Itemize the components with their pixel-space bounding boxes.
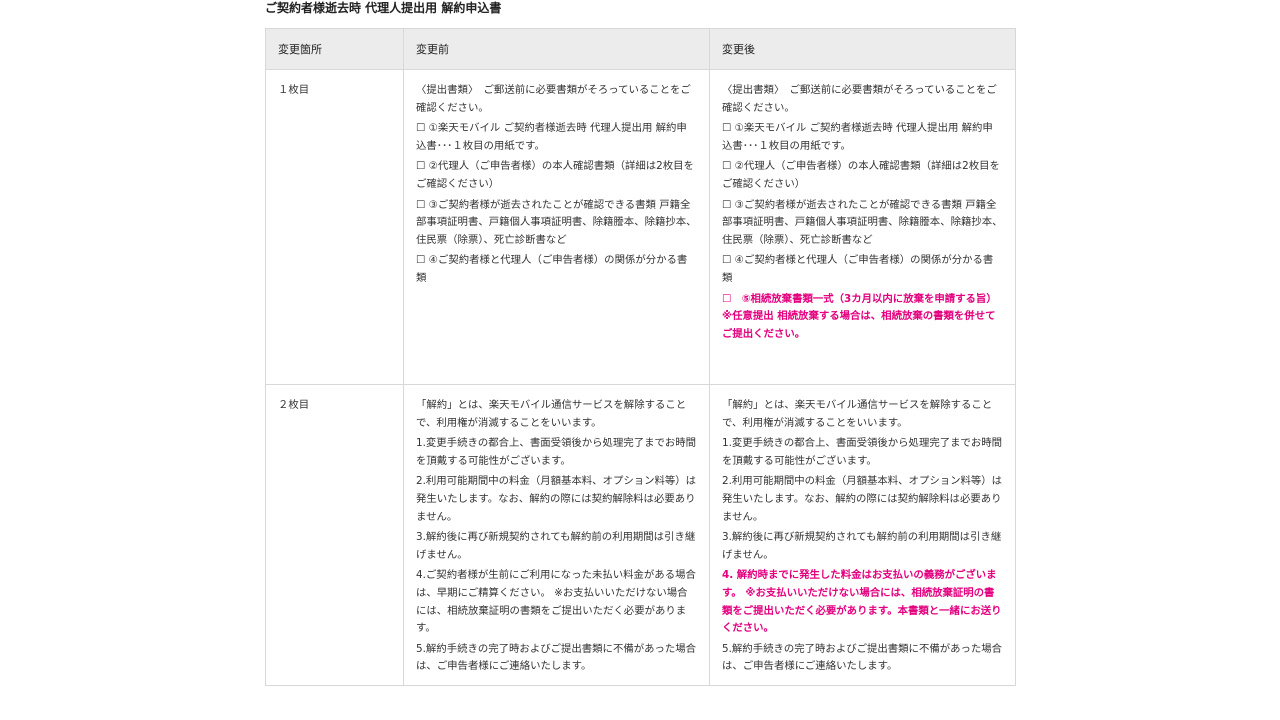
table-row: １枚目 〈提出書類〉 ご郵送前に必要書類がそろっていることをご確認ください。 ☐… [265,69,1016,385]
list-item: 2.利用可能期間中の料金（月額基本料、オプション料等）は発生いたします。なお、解… [416,475,697,523]
list-item: ☐ ④ご契約者様と代理人（ご申告者様）の関係が分かる書類 [722,254,994,284]
table-row: ２枚目 「解約」とは、楽天モバイル通信サービスを解除することで、利用権が消滅する… [265,384,1016,686]
list-item: 1.変更手続きの都合上、書面受領後から処理完了までお時間を頂戴する可能性がござい… [416,437,697,467]
list-item: ☐ ④ご契約者様と代理人（ご申告者様）の関係が分かる書類 [416,254,688,284]
after-cell: 〈提出書類〉 ご郵送前に必要書類がそろっていることをご確認ください。 ☐ ①楽天… [709,69,1016,385]
highlighted-list-item: ☐ ⑤相続放棄書類一式（3カ月以内に放棄を申請する旨）※任意提出 相続放棄する場… [722,292,997,340]
list-item: 4.ご契約者様が生前にご利用になった未払い料金がある場合は、早期にご精算ください… [416,569,696,635]
row-label: ２枚目 [265,384,404,686]
after-cell: 「解約」とは、楽天モバイル通信サービスを解除することで、利用権が消滅することをい… [709,384,1016,686]
header-after: 変更後 [709,28,1016,70]
list-item: 1.変更手続きの都合上、書面受領後から処理完了までお時間を頂戴する可能性がござい… [722,437,1003,467]
document-title: ご契約者様逝去時 代理人提出用 解約申込書 [265,1,502,15]
table-header-row: 変更箇所 変更前 変更後 [265,28,1016,70]
list-item: ☐ ①楽天モバイル ご契約者様逝去時 代理人提出用 解約申込書･･･１枚目の用紙… [722,122,993,152]
list-item: 「解約」とは、楽天モバイル通信サービスを解除することで、利用権が消滅することをい… [416,399,687,429]
list-item: 2.利用可能期間中の料金（月額基本料、オプション料等）は発生いたします。なお、解… [722,475,1003,523]
list-item: ☐ ③ご契約者様が逝去されたことが確認できる書類 戸籍全部事項証明書、戸籍個人事… [416,198,697,246]
list-item: 5.解約手続きの完了時およびご提出書類に不備があった場合は、ご申告者様にご連絡い… [722,642,1003,673]
highlighted-list-item: 4. 解約時までに発生した料金はお支払いの義務がございます。 ※お支払いいただけ… [722,569,1002,635]
list-item: 「解約」とは、楽天モバイル通信サービスを解除することで、利用権が消滅することをい… [722,399,993,429]
list-item: ☐ ①楽天モバイル ご契約者様逝去時 代理人提出用 解約申込書･･･１枚目の用紙… [416,122,687,152]
list-item: 5.解約手続きの完了時およびご提出書類に不備があった場合は、ご申告者様にご連絡い… [416,642,697,673]
list-item: 〈提出書類〉 ご郵送前に必要書類がそろっていることをご確認ください。 [722,84,997,114]
list-item: ☐ ②代理人（ご申告者様）の本人確認書類（詳細は2枚目をご確認ください） [722,160,1000,190]
list-item: ☐ ③ご契約者様が逝去されたことが確認できる書類 戸籍全部事項証明書、戸籍個人事… [722,198,1003,246]
row-label: １枚目 [265,69,404,385]
list-item: 〈提出書類〉 ご郵送前に必要書類がそろっていることをご確認ください。 [416,84,691,114]
header-location: 変更箇所 [265,28,404,70]
list-item: ☐ ②代理人（ご申告者様）の本人確認書類（詳細は2枚目をご確認ください） [416,160,694,190]
changes-table: 変更箇所 変更前 変更後 １枚目 〈提出書類〉 ご郵送前に必要書類がそろっている… [265,28,1016,686]
list-item: 3.解約後に再び新規契約されても解約前の利用期間は引き継げません。 [722,531,1002,561]
list-item: 3.解約後に再び新規契約されても解約前の利用期間は引き継げません。 [416,531,696,561]
before-cell: 「解約」とは、楽天モバイル通信サービスを解除することで、利用権が消滅することをい… [403,384,710,686]
before-cell: 〈提出書類〉 ご郵送前に必要書類がそろっていることをご確認ください。 ☐ ①楽天… [403,69,710,385]
header-before: 変更前 [403,28,710,70]
